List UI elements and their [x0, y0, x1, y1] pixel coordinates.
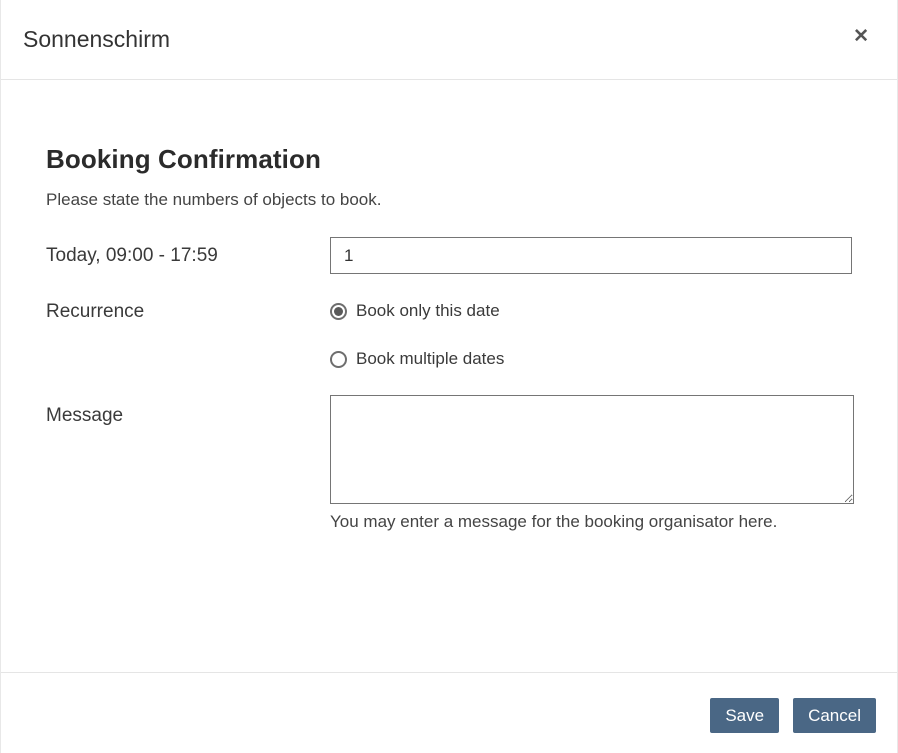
- radio-multiple-dates[interactable]: [330, 350, 347, 368]
- quantity-input[interactable]: [330, 237, 852, 274]
- cancel-button[interactable]: Cancel: [793, 698, 876, 733]
- dialog-body: Booking Confirmation Please state the nu…: [1, 80, 897, 672]
- message-row: Message You may enter a message for the …: [46, 395, 854, 532]
- booking-form: Today, 09:00 - 17:59 Recurrence Book onl…: [46, 237, 854, 532]
- date-row: Today, 09:00 - 17:59: [46, 237, 852, 274]
- dialog-header: Sonnenschirm ✕: [1, 0, 897, 80]
- subtitle-text: Please state the numbers of objects to b…: [46, 190, 382, 209]
- radio-multiple-dates-label: Book multiple dates: [356, 349, 505, 368]
- save-button[interactable]: Save: [710, 698, 780, 733]
- radio-option-multiple-dates[interactable]: Book multiple dates: [330, 349, 504, 369]
- radio-single-date[interactable]: [330, 302, 347, 320]
- dialog-footer: Save Cancel: [1, 672, 897, 753]
- radio-single-date-label: Book only this date: [356, 301, 500, 320]
- page-title: Booking Confirmation: [46, 144, 321, 174]
- recurrence-radio-group: Book only this date Book multiple dates: [330, 299, 504, 369]
- message-column: You may enter a message for the booking …: [330, 395, 854, 532]
- close-icon[interactable]: ✕: [847, 23, 875, 50]
- message-textarea[interactable]: [330, 395, 854, 504]
- radio-option-single-date[interactable]: Book only this date: [330, 301, 504, 321]
- recurrence-row: Recurrence Book only this date Book mult…: [46, 299, 852, 369]
- date-label: Today, 09:00 - 17:59: [46, 244, 218, 266]
- dialog-title: Sonnenschirm: [23, 26, 171, 52]
- message-help-text: You may enter a message for the booking …: [330, 512, 778, 531]
- booking-dialog: Sonnenschirm ✕ Booking Confirmation Plea…: [0, 0, 898, 753]
- recurrence-label: Recurrence: [46, 301, 145, 322]
- message-label: Message: [46, 405, 124, 426]
